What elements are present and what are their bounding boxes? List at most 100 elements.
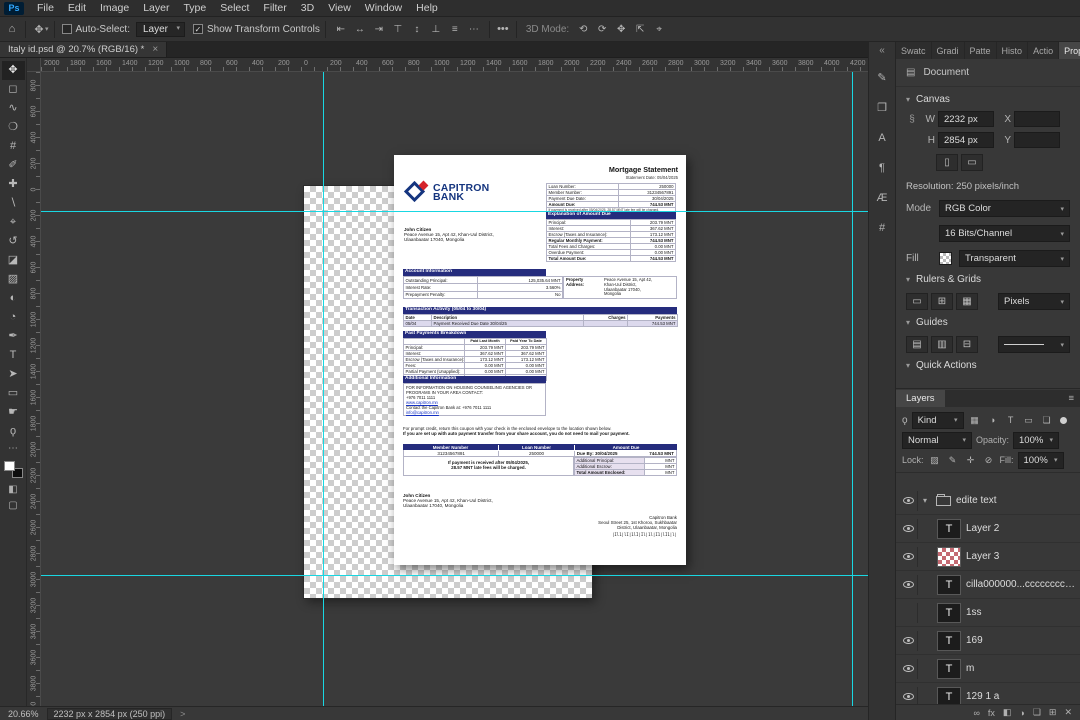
filter-type-layers-icon[interactable]: T bbox=[1004, 415, 1018, 425]
horizontal-guide[interactable] bbox=[41, 211, 868, 212]
layer-row[interactable]: T 169 bbox=[896, 627, 1080, 655]
guide-style-dropdown[interactable] bbox=[998, 336, 1070, 353]
ruler-origin-corner[interactable] bbox=[27, 58, 41, 72]
filter-toggle-icon[interactable] bbox=[1059, 416, 1067, 424]
paragraph-panel-icon[interactable]: ¶ bbox=[872, 160, 893, 177]
zoom-tool[interactable]: ϙ bbox=[2, 422, 25, 441]
distribute-vertical-icon[interactable]: ≡ bbox=[447, 24, 463, 35]
shape-tool[interactable]: ▭ bbox=[2, 384, 25, 403]
layer-visibility-toggle[interactable] bbox=[900, 602, 918, 623]
color-mode-dropdown[interactable]: RGB Color bbox=[939, 200, 1070, 217]
filter-shape-layers-icon[interactable]: ▭ bbox=[1022, 415, 1036, 426]
panel-tab-swatc[interactable]: Swatc bbox=[896, 42, 932, 59]
panel-tab-actio[interactable]: Actio bbox=[1028, 42, 1060, 59]
quick-selection-tool[interactable]: ❍ bbox=[2, 118, 25, 137]
bit-depth-dropdown[interactable]: 16 Bits/Channel bbox=[939, 225, 1070, 242]
guide-layout-button[interactable]: ▥ bbox=[931, 336, 953, 353]
character-panel-icon[interactable]: A bbox=[872, 130, 893, 147]
quick-mask-icon[interactable]: ◧ bbox=[2, 482, 25, 498]
distribute-horizontal-icon[interactable]: ⋯ bbox=[466, 24, 482, 35]
layer-row[interactable]: Tm bbox=[896, 655, 1080, 683]
pen-tool[interactable]: ✒ bbox=[2, 327, 25, 346]
toggle-snap-button[interactable]: ▦ bbox=[956, 293, 978, 310]
path-selection-tool[interactable]: ➤ bbox=[2, 365, 25, 384]
eraser-tool[interactable]: ◪ bbox=[2, 251, 25, 270]
align-left-icon[interactable]: ⇤ bbox=[333, 24, 349, 35]
crop-tool[interactable]: # bbox=[2, 137, 25, 156]
lock-pixels-icon[interactable]: ✎ bbox=[946, 455, 960, 466]
group-chevron-icon[interactable]: ▾ bbox=[923, 496, 931, 505]
layer-visibility-toggle[interactable] bbox=[900, 518, 918, 539]
fill-dropdown[interactable]: Transparent bbox=[959, 250, 1070, 267]
more-options-icon[interactable]: ••• bbox=[495, 23, 511, 35]
filter-adjustment-layers-icon[interactable]: ◑ bbox=[986, 415, 1000, 425]
toggle-rulers-button[interactable]: ▭ bbox=[906, 293, 928, 310]
align-bottom-icon[interactable]: ⊥ bbox=[428, 24, 444, 35]
ruler-top[interactable]: 2000 1800 1600 1400 1200 1000 800 600 400 200 0 200… bbox=[41, 58, 868, 72]
align-right-icon[interactable]: ⇥ bbox=[371, 24, 387, 35]
3d-roll-icon[interactable]: ⟳ bbox=[594, 24, 610, 35]
layer-group-icon[interactable]: ❏ bbox=[1033, 707, 1041, 718]
clone-stamp-tool[interactable]: ⌖ bbox=[2, 213, 25, 232]
new-layer-icon[interactable]: ⊞ bbox=[1049, 707, 1057, 718]
panel-tab-properties[interactable]: Properties bbox=[1059, 42, 1080, 59]
guides-section-header[interactable]: ▾ Guides bbox=[906, 310, 1070, 334]
vertical-guide[interactable] bbox=[852, 72, 853, 706]
menu-item-file[interactable]: File bbox=[30, 2, 61, 14]
mortgage-statement-document[interactable]: CAPITRON BANK Mortgage Statement Stateme… bbox=[394, 155, 686, 565]
canvas-section-header[interactable]: ▾ Canvas bbox=[906, 87, 1070, 111]
layer-mask-icon[interactable]: ◧ bbox=[1003, 707, 1012, 718]
document-tab[interactable]: Italy id.psd @ 20.7% (RGB/16) * × bbox=[0, 42, 168, 57]
rulers-grids-section-header[interactable]: ▾ Rulers & Grids bbox=[906, 267, 1070, 291]
menu-item-filter[interactable]: Filter bbox=[256, 2, 293, 14]
blur-tool[interactable]: ◐ bbox=[2, 289, 25, 308]
layer-fill-dropdown[interactable]: 100% bbox=[1017, 451, 1064, 469]
quick-actions-section-header[interactable]: ▾ Quick Actions bbox=[906, 353, 1070, 377]
panel-tab-histo[interactable]: Histo bbox=[997, 42, 1029, 59]
units-dropdown[interactable]: Pixels bbox=[998, 293, 1070, 310]
fill-swatch[interactable] bbox=[939, 252, 952, 265]
layer-visibility-toggle[interactable] bbox=[900, 546, 918, 567]
collapse-panels-icon[interactable]: « bbox=[879, 45, 885, 57]
filter-pixel-layers-icon[interactable]: ▦ bbox=[968, 415, 982, 426]
layer-row[interactable]: T Layer 2 bbox=[896, 515, 1080, 543]
menu-item-type[interactable]: Type bbox=[176, 2, 213, 14]
home-icon[interactable]: ⌂ bbox=[4, 23, 20, 35]
brush-tool[interactable]: ∖ bbox=[2, 194, 25, 213]
eyedropper-tool[interactable]: ✐ bbox=[2, 156, 25, 175]
auto-select-checkbox[interactable] bbox=[61, 24, 72, 34]
align-middle-icon[interactable]: ↕ bbox=[409, 24, 425, 35]
vertical-guide[interactable] bbox=[323, 72, 324, 706]
menu-item-edit[interactable]: Edit bbox=[61, 2, 93, 14]
screen-mode-icon[interactable]: ▢ bbox=[2, 498, 25, 514]
panel-tab-patte[interactable]: Patte bbox=[965, 42, 997, 59]
3d-drag-icon[interactable]: ✥ bbox=[613, 24, 629, 35]
width-field[interactable]: 2232 px bbox=[938, 111, 994, 127]
3d-scale-icon[interactable]: ⌖ bbox=[651, 24, 667, 35]
libraries-panel-icon[interactable]: # bbox=[872, 220, 893, 237]
horizontal-guide[interactable] bbox=[41, 575, 868, 576]
close-tab-icon[interactable]: × bbox=[152, 44, 158, 55]
canvas-viewport[interactable]: CAPITRON BANK Mortgage Statement Stateme… bbox=[41, 72, 868, 706]
layer-row[interactable]: T 1ss bbox=[896, 599, 1080, 627]
menu-item-image[interactable]: Image bbox=[93, 2, 136, 14]
layer-filter-dropdown[interactable]: Kind bbox=[911, 411, 964, 429]
landscape-orientation-button[interactable]: ▭ bbox=[961, 154, 983, 171]
panel-menu-icon[interactable]: ≡ bbox=[1062, 390, 1080, 407]
blend-mode-dropdown[interactable]: Normal bbox=[902, 431, 972, 449]
layer-visibility-toggle[interactable] bbox=[900, 630, 918, 651]
dodge-tool[interactable]: ◔ bbox=[2, 308, 25, 327]
clear-guides-button[interactable]: ⊟ bbox=[956, 336, 978, 353]
align-top-icon[interactable]: ⊤ bbox=[390, 24, 406, 35]
ruler-left[interactable]: 800 600 400 200 0 200 400 600 800 1000 1200 1400 160… bbox=[27, 72, 41, 706]
new-guide-button[interactable]: ▤ bbox=[906, 336, 928, 353]
layer-visibility-toggle[interactable] bbox=[900, 686, 918, 704]
lock-transparency-icon[interactable]: ▨ bbox=[928, 455, 942, 466]
layer-visibility-toggle[interactable] bbox=[900, 658, 918, 679]
history-brush-tool[interactable]: ↺ bbox=[2, 232, 25, 251]
portrait-orientation-button[interactable]: ▯ bbox=[936, 154, 958, 171]
healing-brush-tool[interactable]: ✚ bbox=[2, 175, 25, 194]
auto-select-target-dropdown[interactable]: Layer bbox=[136, 21, 186, 37]
color-swatches[interactable] bbox=[3, 461, 23, 478]
menu-item-window[interactable]: Window bbox=[358, 2, 409, 14]
